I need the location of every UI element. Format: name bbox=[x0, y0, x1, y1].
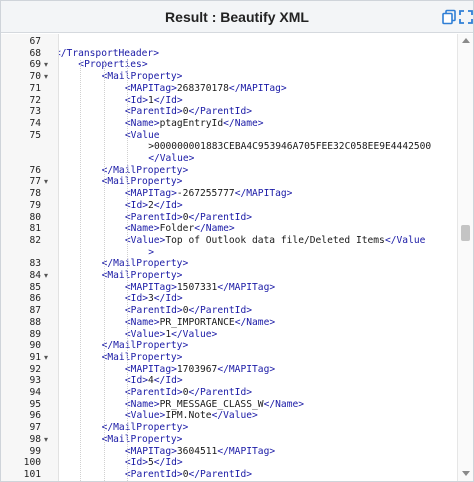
indent-guide bbox=[126, 60, 128, 481]
panel-title: Result : Beautify XML bbox=[165, 9, 309, 25]
xml-tag: <Value> bbox=[124, 234, 166, 246]
xml-text: 1703967 bbox=[176, 363, 218, 375]
xml-close-tag: </Value> bbox=[211, 410, 258, 422]
xml-close-tag: </MAPITag> bbox=[217, 445, 276, 457]
fold-toggle-icon[interactable]: ▾ bbox=[44, 175, 48, 188]
xml-close-tag: </ParentId> bbox=[188, 468, 253, 480]
xml-close-tag: </Name> bbox=[223, 117, 264, 129]
xml-text: 1507331 bbox=[176, 281, 218, 293]
scroll-down-arrow-icon[interactable] bbox=[462, 471, 470, 476]
indent-guide bbox=[103, 60, 105, 481]
xml-tag: <ParentId> bbox=[124, 468, 183, 480]
line-number: 101 bbox=[23, 468, 41, 480]
xml-close-tag: </Name> bbox=[234, 316, 276, 328]
line-number: 82 bbox=[29, 234, 41, 246]
xml-close-tag: </Name> bbox=[263, 398, 305, 410]
line-number-gutter: 67 68 69 ▾ 70 ▾ 71 72 73 74 75 76 77 ▾ 78 79 80 81 82 83 84 ▾… bbox=[1, 34, 59, 481]
code-editor[interactable]: 67 68 69 ▾ 70 ▾ 71 72 73 74 75 76 77 ▾ 78 79 80 81 82 83 84 ▾… bbox=[1, 34, 473, 481]
xml-text: 268370178 bbox=[176, 82, 229, 94]
xml-close-tag: </Value bbox=[384, 234, 426, 246]
xml-text: ptagEntryId bbox=[159, 117, 224, 129]
xml-text: Top of Outlook data file/Deleted Items bbox=[165, 234, 385, 246]
xml-text: -267255777 bbox=[176, 188, 235, 200]
fold-toggle-icon[interactable]: ▾ bbox=[44, 351, 48, 364]
scroll-up-arrow-icon[interactable] bbox=[462, 38, 470, 43]
xml-close-tag: </MAPITag> bbox=[228, 82, 287, 94]
xml-close-tag: </MAPITag> bbox=[234, 188, 293, 200]
fold-toggle-icon[interactable]: ▾ bbox=[44, 433, 48, 446]
scrollbar-thumb[interactable] bbox=[461, 225, 470, 242]
xml-text: 3604511 bbox=[176, 445, 218, 457]
xml-close-tag: </MAPITag> bbox=[217, 281, 276, 293]
fold-toggle-icon[interactable]: ▾ bbox=[44, 269, 48, 282]
indent-guide bbox=[80, 60, 82, 481]
result-panel: Result : Beautify XML 67 68 69 ▾ 70 ▾ 71 72 73 74… bbox=[0, 0, 474, 482]
xml-close-tag: </MAPITag> bbox=[217, 363, 276, 375]
line-number: 75 bbox=[29, 129, 41, 141]
fold-toggle-icon[interactable]: ▾ bbox=[44, 70, 48, 83]
fullscreen-icon[interactable] bbox=[458, 9, 474, 25]
code-area[interactable]: </TransportHeader> <Properties> <MailPrope… bbox=[59, 34, 457, 481]
panel-header: Result : Beautify XML bbox=[1, 1, 473, 33]
vertical-scrollbar[interactable] bbox=[457, 34, 473, 481]
copy-icon[interactable] bbox=[441, 9, 457, 25]
